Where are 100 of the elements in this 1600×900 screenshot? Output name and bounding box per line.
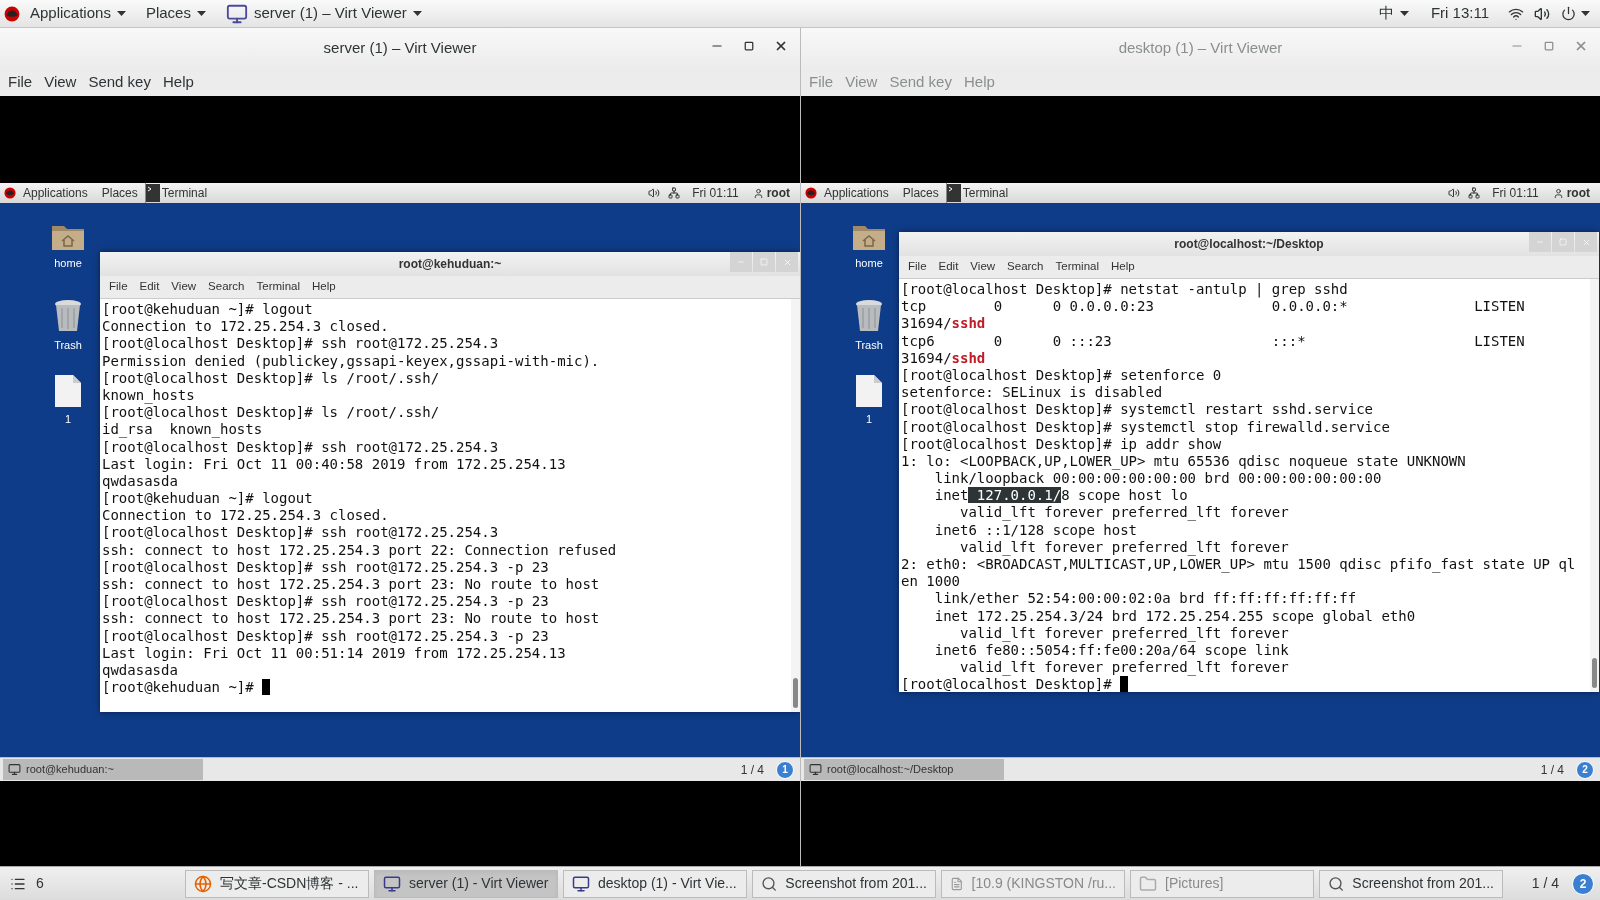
terminal-line: 1: lo: <LOOPBACK,UP,LOWER_UP> mtu 65536 qdisc noqueue state UNKNOWN — [901, 452, 1466, 471]
terminal-line: [root@localhost Desktop]# ip addr show — [901, 435, 1222, 453]
terminal-line: inet6 fe80::5054:ff:fe00:20a/64 scope link — [933, 641, 1289, 660]
desktop-icon-label[interactable]: 1 — [64, 411, 72, 428]
task-button[interactable]: 写文章-CSDN博客 - ... — [185, 869, 369, 898]
pager: 1 / 4 — [1540, 761, 1564, 779]
monitor-icon — [572, 874, 590, 893]
top-menu[interactable]: Places — [135, 0, 216, 27]
terminal-menu-item[interactable]: File — [103, 278, 134, 296]
guest-clock: Fri 01:11 — [1491, 185, 1540, 202]
text-cursor — [262, 679, 271, 696]
maximize-button[interactable] — [1552, 232, 1574, 252]
task-button[interactable]: Screenshot from 201... — [1319, 869, 1503, 898]
terminal-line: [root@kehuduan ~]# logout — [102, 490, 313, 508]
viewer-menu-item[interactable]: File — [2, 70, 39, 94]
desktop-icon-label[interactable]: home — [855, 255, 883, 272]
viewer-title: desktop (1) – Virt Viewer — [1118, 37, 1283, 58]
guest-menu[interactable]: Places — [94, 184, 145, 202]
terminal-line: [root@kehuduan ~]# logout — [102, 301, 313, 319]
terminal-line: valid_lft forever preferred_lft forever — [959, 624, 1289, 642]
desktop-icon-label[interactable]: home — [54, 255, 82, 272]
desktop-icon-label[interactable]: Trash — [54, 337, 82, 354]
guest-menu[interactable]: Places — [895, 184, 946, 202]
terminal-menu-item[interactable]: Edit — [133, 278, 166, 296]
terminal-line: Last login: Fri Oct 11 00:51:14 2019 from 172.25.254.13 — [102, 644, 566, 662]
guest-task-button[interactable]: root@kehuduan:~ — [3, 759, 203, 780]
guest-menu[interactable]: Applications — [16, 184, 95, 202]
terminal-line: [root@localhost Desktop]# systemctl restart sshd.service — [901, 401, 1373, 419]
desktop-icon-label[interactable]: Trash — [855, 337, 883, 354]
terminal-line: id_rsa known_hosts — [102, 421, 263, 439]
terminal-title: root@localhost:~/Desktop — [1174, 236, 1324, 253]
terminal-menu-item[interactable]: Help — [306, 278, 342, 296]
terminal-line: Connection to 172.25.254.3 closed. — [102, 507, 389, 525]
monitor-icon — [225, 2, 248, 25]
terminal-menu-item[interactable]: Help — [1105, 258, 1141, 276]
user-menu[interactable]: root — [746, 184, 796, 202]
terminal-line: [root@localhost Desktop]# ssh root@172.25.254.3 -p 23 — [102, 627, 549, 645]
terminal-line: [root@localhost Desktop]# systemctl stop firewalld.service — [901, 418, 1390, 436]
desktop-icon-label[interactable]: 1 — [865, 411, 873, 428]
terminal-menu-item[interactable]: Edit — [932, 258, 965, 276]
terminal-menu-item[interactable]: File — [902, 258, 933, 276]
volume-icon — [648, 187, 661, 199]
terminal-line: [root@localhost Desktop]# ssh root@172.25.254.3 -p 23 — [102, 593, 549, 611]
workspace-button[interactable]: 1 — [776, 760, 794, 779]
volume-icon — [1448, 187, 1461, 199]
terminal-line: inet6 ::1/128 scope host — [933, 521, 1137, 539]
workspace-button[interactable]: 2 — [1576, 760, 1594, 779]
app-menu[interactable]: server (1) – Virt Viewer — [215, 0, 422, 27]
close-button[interactable] — [776, 252, 798, 272]
terminal-icon — [809, 763, 822, 776]
close-icon[interactable] — [774, 39, 788, 53]
terminal-line: inet 127.0.0.1/8 scope host lo — [933, 487, 1188, 505]
terminal-menu-item[interactable]: Terminal — [250, 278, 306, 296]
hat-icon — [4, 187, 16, 199]
terminal-line: valid_lft forever preferred_lft forever — [959, 659, 1289, 677]
viewer-menu-item[interactable]: Help — [156, 70, 200, 94]
task-button[interactable]: Screenshot from 201... — [752, 869, 936, 898]
pager: 1 / 4 — [1531, 874, 1559, 893]
input-method-menu[interactable]: 中 — [1370, 2, 1417, 25]
user-menu[interactable]: root — [1546, 184, 1596, 202]
maximize-button[interactable] — [753, 252, 775, 272]
task-button[interactable]: server (1) - Virt Viewer — [374, 869, 558, 898]
user-icon — [1552, 187, 1564, 199]
close-icon — [782, 257, 792, 267]
folder-icon — [1139, 874, 1157, 893]
terminal-line: en 1000 — [901, 573, 960, 591]
top-menu[interactable]: Applications — [20, 0, 136, 27]
terminal-line: known_hosts — [102, 386, 195, 405]
terminal-menu-item[interactable]: View — [964, 258, 1002, 276]
terminal-menu-item[interactable]: Search — [1001, 258, 1050, 276]
caret-icon — [116, 10, 126, 17]
workspace-button[interactable]: 2 — [1572, 872, 1594, 895]
minimize-button[interactable] — [730, 252, 752, 272]
user-icon — [752, 187, 764, 199]
guest-task-button[interactable]: root@localhost:~/Desktop — [804, 759, 1004, 780]
viewer-menu-item[interactable]: Send key — [82, 70, 157, 94]
terminal-line: ssh: connect to host 172.25.254.3 port 23: No route to host — [102, 610, 600, 628]
notification-button[interactable]: 6 — [6, 869, 180, 898]
terminal-menu-item[interactable]: Search — [202, 278, 251, 296]
terminal-line: [root@localhost Desktop]# ssh root@172.25.254.3 -p 23 — [102, 558, 549, 576]
caret-icon — [196, 10, 206, 17]
task-button[interactable]: desktop (1) - Virt Vie... — [563, 869, 747, 898]
terminal-line: [root@localhost Desktop]# ssh root@172.25.254.3 — [102, 524, 499, 542]
guest-menu[interactable]: Applications — [817, 184, 896, 202]
minimize-button[interactable] — [1529, 232, 1551, 252]
terminal-line: [root@kehuduan ~]# — [102, 679, 255, 697]
terminal-line: ssh: connect to host 172.25.254.3 port 23: No route to host — [102, 576, 600, 594]
terminal-menu-item[interactable]: Terminal — [1049, 258, 1105, 276]
hat-icon — [4, 5, 20, 22]
close-button[interactable] — [1575, 232, 1597, 252]
trash-icon — [855, 299, 883, 333]
home-folder-icon — [852, 223, 886, 251]
text-cursor — [1120, 676, 1129, 692]
terminal-line: [root@localhost Desktop]# ls /root/.ssh/ — [102, 369, 440, 387]
terminal-icon — [8, 763, 21, 776]
maximize-icon[interactable] — [744, 41, 754, 51]
network-icon — [1468, 187, 1481, 199]
terminal-line: setenforce: SELinux is disabled — [901, 384, 1163, 402]
terminal-menu-item[interactable]: View — [165, 278, 203, 296]
viewer-menu-item[interactable]: View — [38, 70, 83, 94]
